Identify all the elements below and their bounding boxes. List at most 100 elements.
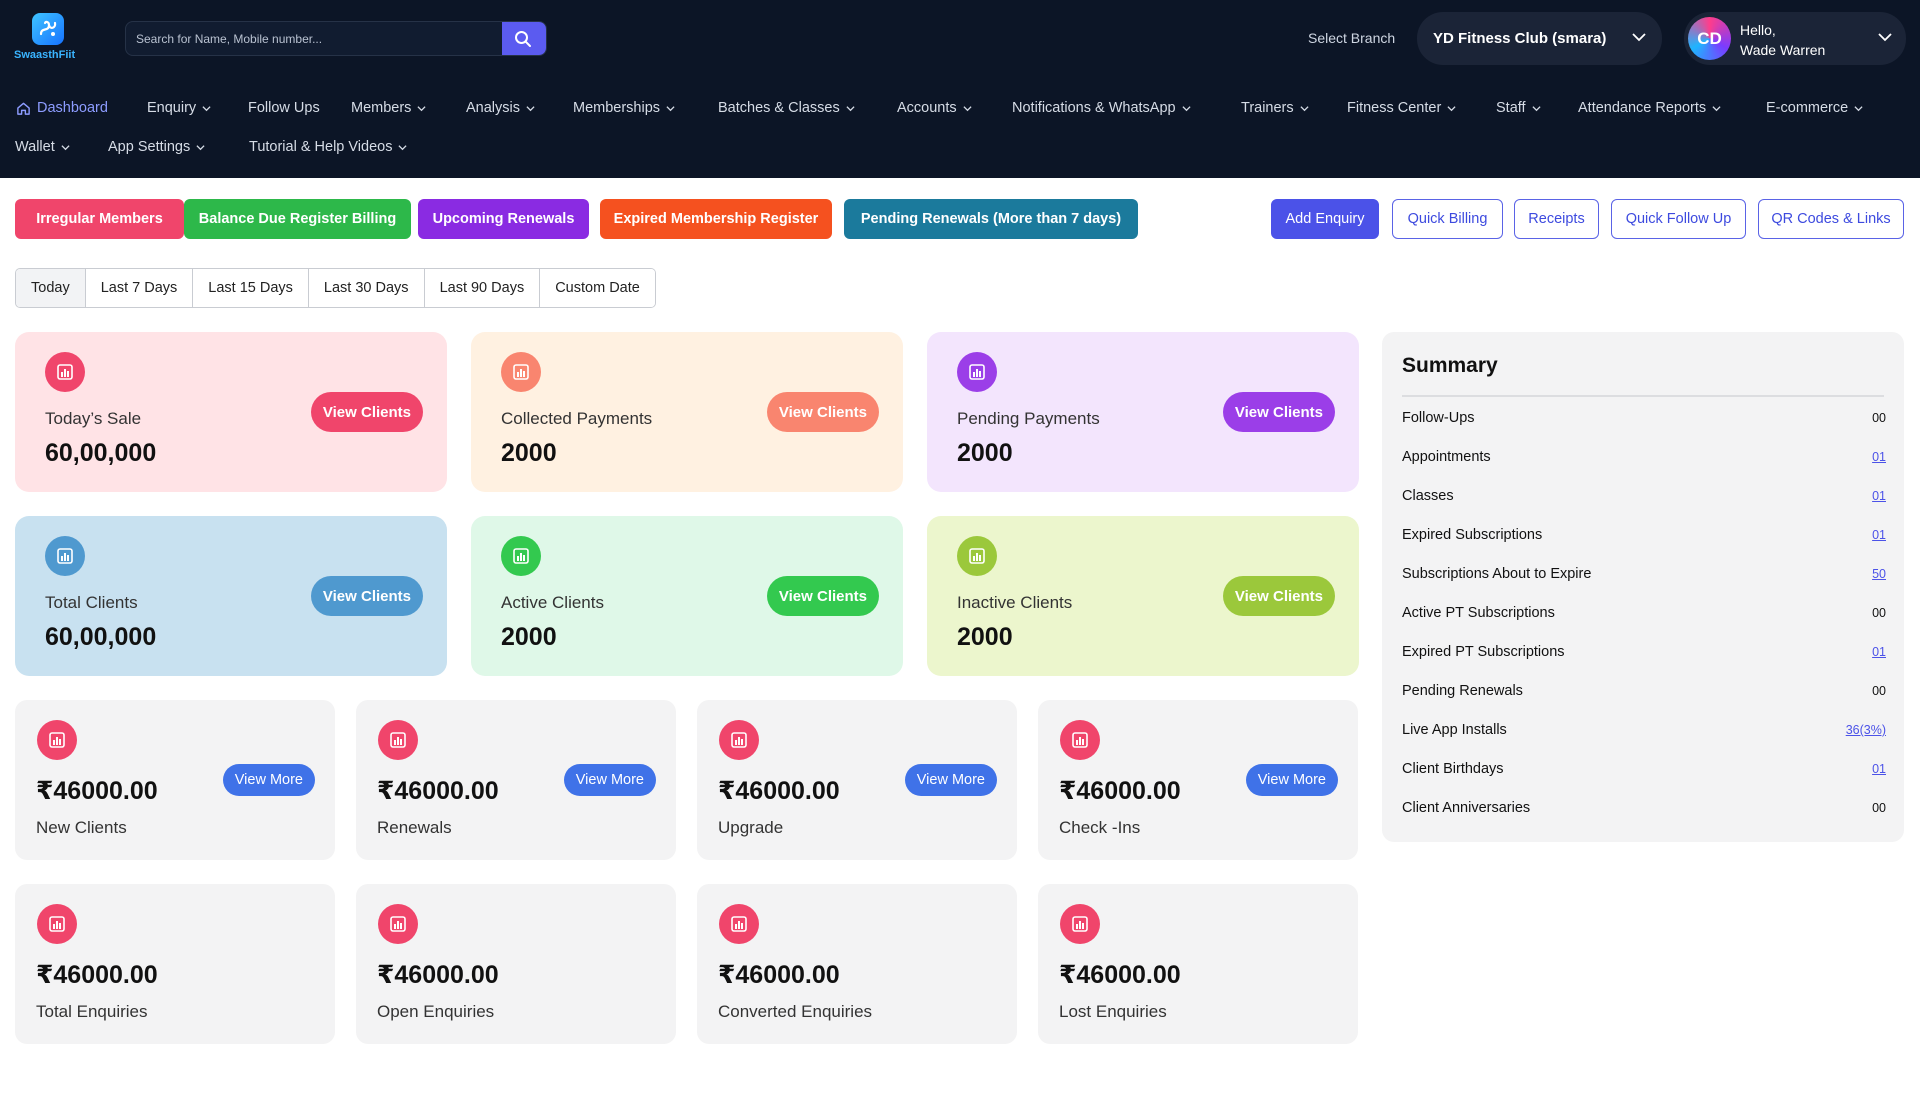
- card-amount: ₹46000.00: [36, 961, 158, 989]
- tab-today[interactable]: Today: [16, 269, 86, 307]
- summary-row-client-birthdays[interactable]: Client Birthdays 01: [1402, 759, 1886, 779]
- nav-label: E-commerce: [1766, 100, 1849, 116]
- nav-members[interactable]: Members: [351, 100, 427, 116]
- qr-codes-links-button[interactable]: QR Codes & Links: [1758, 199, 1904, 239]
- quick-billing-button[interactable]: Quick Billing: [1392, 199, 1503, 239]
- branch-label: Select Branch: [1308, 30, 1396, 46]
- card-icon: [378, 720, 418, 760]
- summary-label: Classes: [1402, 488, 1454, 504]
- card-label: Pending Payments: [957, 409, 1100, 428]
- quick-link-balance-due-register-billing[interactable]: Balance Due Register Billing: [184, 199, 411, 239]
- summary-value[interactable]: 01: [1872, 762, 1886, 776]
- nav-fitness-center[interactable]: Fitness Center: [1347, 100, 1456, 116]
- greeting-text: Hello,: [1740, 22, 1776, 38]
- summary-value[interactable]: 01: [1872, 450, 1886, 464]
- view-clients-button[interactable]: View Clients: [310, 576, 423, 616]
- summary-label: Follow-Ups: [1402, 410, 1475, 426]
- chevron-down-icon: [1854, 105, 1863, 111]
- user-menu[interactable]: CD Hello, Wade Warren: [1684, 12, 1906, 65]
- summary-value[interactable]: 01: [1872, 528, 1886, 542]
- summary-value: 00: [1872, 606, 1886, 620]
- tab-last-30-days[interactable]: Last 30 Days: [308, 269, 425, 307]
- summary-row-live-app-installs[interactable]: Live App Installs 36(3%): [1402, 720, 1886, 740]
- nav-app-settings[interactable]: App Settings: [108, 139, 205, 155]
- chevron-down-icon: [963, 105, 972, 111]
- quick-link-irregular-members[interactable]: Irregular Members: [15, 199, 184, 239]
- quick-link-upcoming-renewals[interactable]: Upcoming Renewals: [418, 199, 589, 239]
- card-amount: ₹46000.00: [1059, 961, 1181, 989]
- card-icon: [378, 904, 418, 944]
- summary-row-classes[interactable]: Classes 01: [1402, 486, 1886, 506]
- summary-row-appointments[interactable]: Appointments 01: [1402, 447, 1886, 467]
- view-more-button[interactable]: View More: [1245, 764, 1338, 796]
- nav-accounts[interactable]: Accounts: [897, 100, 972, 116]
- card-value: 2000: [957, 439, 1013, 467]
- user-greeting: Hello, Wade Warren: [1740, 20, 1825, 60]
- search-button[interactable]: [502, 22, 546, 55]
- card-icon: [45, 536, 85, 576]
- summary-value[interactable]: 01: [1872, 645, 1886, 659]
- tab-last-7-days[interactable]: Last 7 Days: [85, 269, 194, 307]
- quick-follow-up-button[interactable]: Quick Follow Up: [1611, 199, 1746, 239]
- stat-card-active-clients: Active Clients 2000 View Clients: [471, 516, 903, 676]
- branch-select[interactable]: YD Fitness Club (smara): [1417, 12, 1662, 65]
- nav-wallet[interactable]: Wallet: [15, 139, 70, 155]
- stat-card-pending-payments: Pending Payments 2000 View Clients: [927, 332, 1359, 492]
- summary-value[interactable]: 50: [1872, 567, 1886, 581]
- chevron-down-icon: [526, 105, 535, 111]
- stat-card-today-s-sale: Today’s Sale 60,00,000 View Clients: [15, 332, 447, 492]
- summary-row-expired-subscriptions[interactable]: Expired Subscriptions 01: [1402, 525, 1886, 545]
- nav-label: Follow Ups: [248, 100, 320, 116]
- receipts-button[interactable]: Receipts: [1514, 199, 1599, 239]
- summary-value[interactable]: 36(3%): [1846, 723, 1886, 737]
- nav-memberships[interactable]: Memberships: [573, 100, 675, 116]
- nav-staff[interactable]: Staff: [1496, 100, 1541, 116]
- view-clients-button[interactable]: View Clients: [1222, 576, 1335, 616]
- quick-link-expired-membership-register[interactable]: Expired Membership Register: [600, 199, 832, 239]
- nav-label: Staff: [1496, 100, 1526, 116]
- brand-logo[interactable]: SwaasthFiit: [14, 13, 88, 65]
- view-more-button[interactable]: View More: [904, 764, 997, 796]
- nav-enquiry[interactable]: Enquiry: [147, 100, 211, 116]
- tab-custom-date[interactable]: Custom Date: [540, 269, 655, 307]
- metric-card-open-enquiries: ₹46000.00 Open Enquiries: [356, 884, 676, 1044]
- nav-trainers[interactable]: Trainers: [1241, 100, 1309, 116]
- chevron-down-icon: [846, 105, 855, 111]
- view-more-button[interactable]: View More: [222, 764, 315, 796]
- view-clients-button[interactable]: View Clients: [766, 576, 879, 616]
- nav-e-commerce[interactable]: E-commerce: [1766, 100, 1863, 116]
- summary-label: Client Anniversaries: [1402, 800, 1531, 816]
- bar-chart-icon: [390, 916, 406, 932]
- nav-label: Dashboard: [37, 100, 108, 116]
- summary-panel: Summary Follow-Ups 00 Appointments 01 Classe…: [1382, 332, 1904, 842]
- view-clients-button[interactable]: View Clients: [1222, 392, 1335, 432]
- card-icon: [45, 352, 85, 392]
- chevron-down-icon: [417, 105, 427, 111]
- brand-name: SwaasthFiit: [14, 49, 76, 61]
- quick-link-pending-renewals-more-than-7-days[interactable]: Pending Renewals (More than 7 days): [844, 199, 1138, 239]
- tab-last-15-days[interactable]: Last 15 Days: [193, 269, 309, 307]
- nav-attendance-reports[interactable]: Attendance Reports: [1578, 100, 1721, 116]
- nav-batches-classes[interactable]: Batches & Classes: [718, 100, 855, 116]
- metric-card-upgrade: ₹46000.00 Upgrade View More: [697, 700, 1017, 860]
- card-amount: ₹46000.00: [377, 961, 499, 989]
- summary-value[interactable]: 01: [1872, 489, 1886, 503]
- nav-follow-ups[interactable]: Follow Ups: [248, 100, 320, 116]
- card-label: Collected Payments: [501, 409, 653, 428]
- add-enquiry-button[interactable]: Add Enquiry: [1271, 199, 1379, 239]
- tab-last-90-days[interactable]: Last 90 Days: [424, 269, 541, 307]
- view-clients-button[interactable]: View Clients: [766, 392, 879, 432]
- search-input[interactable]: [126, 22, 504, 55]
- nav-analysis[interactable]: Analysis: [466, 100, 535, 116]
- summary-row-expired-pt-subscriptions[interactable]: Expired PT Subscriptions 01: [1402, 642, 1886, 662]
- nav-dashboard[interactable]: Dashboard: [16, 100, 108, 116]
- summary-label: Live App Installs: [1402, 722, 1507, 738]
- bar-chart-icon: [1072, 732, 1088, 748]
- view-more-button[interactable]: View More: [563, 764, 656, 796]
- nav-notifications-whatsapp[interactable]: Notifications & WhatsApp: [1012, 100, 1191, 116]
- summary-row-subscriptions-about-to-expire[interactable]: Subscriptions About to Expire 50: [1402, 564, 1886, 584]
- view-clients-button[interactable]: View Clients: [310, 392, 423, 432]
- summary-row-follow-ups: Follow-Ups 00: [1402, 408, 1886, 428]
- nav-tutorial-help-videos[interactable]: Tutorial & Help Videos: [249, 139, 408, 155]
- bar-chart-icon: [513, 548, 529, 564]
